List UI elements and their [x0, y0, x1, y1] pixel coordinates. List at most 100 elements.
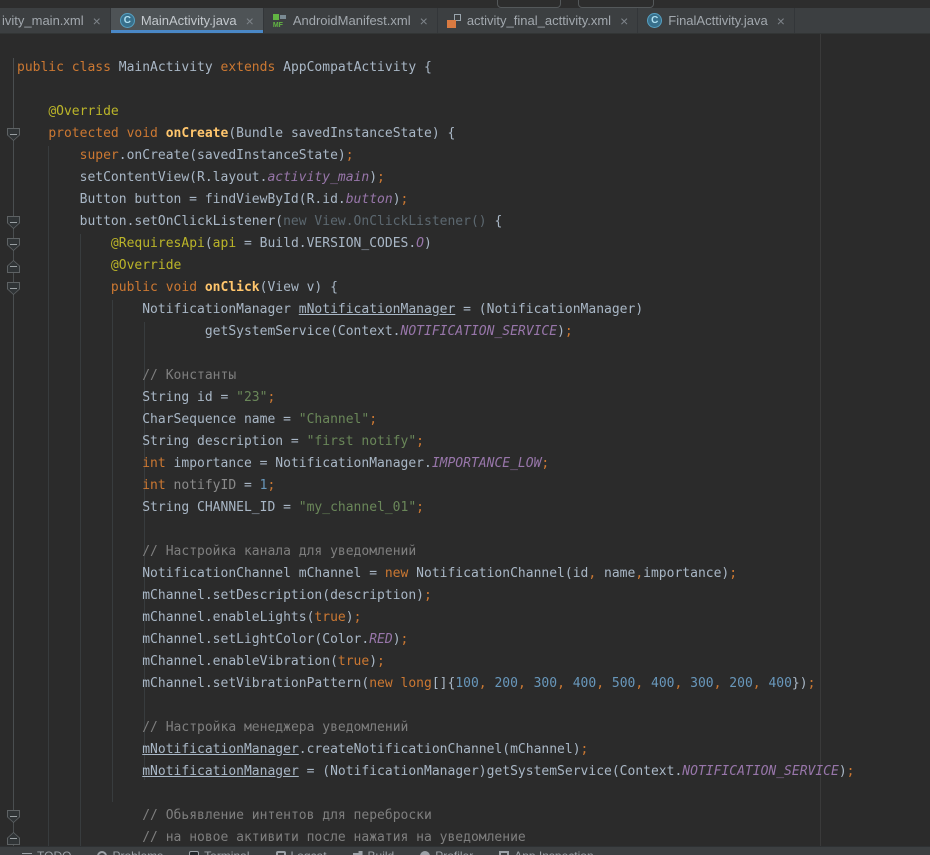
- main-toolbar-strip: [0, 0, 930, 8]
- editor-tab-bar: ivity_main.xml×CMainActivity.java×MFAndr…: [0, 8, 930, 34]
- tab-activity-final-acttivity-xml[interactable]: activity_final_acttivity.xml×: [438, 8, 638, 33]
- code-token: mNotificationManager: [142, 742, 299, 757]
- code-token: ;: [581, 742, 589, 757]
- tab-close-icon[interactable]: ×: [620, 14, 628, 28]
- code-line: int notifyID = 1;: [17, 475, 275, 497]
- code-token: 100: [455, 676, 478, 691]
- code-token: ): [839, 764, 847, 779]
- code-token: [17, 742, 142, 757]
- code-token: IMPORTANCE_LOW: [432, 456, 542, 471]
- code-token: ;: [808, 676, 816, 691]
- tab-androidmanifest-xml[interactable]: MFAndroidManifest.xml×: [264, 8, 438, 33]
- code-token: [17, 104, 48, 119]
- code-token: ,: [557, 676, 565, 691]
- code-line: public class MainActivity extends AppCom…: [17, 57, 432, 79]
- code-token: [17, 808, 142, 823]
- code-token: .onCreate(savedInstanceState): [119, 148, 346, 163]
- code-token: new View.OnClickListener(): [283, 214, 494, 229]
- code-token: button.setOnClickListener(: [17, 214, 283, 229]
- code-token: ;: [565, 324, 573, 339]
- code-token: (Bundle savedInstanceState) {: [228, 126, 455, 141]
- code-token: String id =: [17, 390, 236, 405]
- toolwindow-button-profiler[interactable]: Profiler: [420, 849, 473, 855]
- code-token: setContentView(R.layout.: [17, 170, 267, 185]
- code-token: // Обьявление интентов для переброски: [142, 808, 432, 823]
- code-line: @Override: [17, 101, 119, 123]
- tab-close-icon[interactable]: ×: [777, 14, 785, 28]
- code-token: [643, 676, 651, 691]
- toolwindow-button-terminal[interactable]: Terminal: [189, 849, 249, 855]
- run-config-button[interactable]: [497, 0, 561, 8]
- code-token: notifyID: [174, 478, 237, 493]
- device-selector-button[interactable]: [578, 0, 654, 8]
- code-token: ;: [354, 610, 362, 625]
- code-token: mChannel.setLightColor(Color.: [17, 632, 369, 647]
- code-token: [17, 456, 142, 471]
- code-token: ,: [635, 566, 643, 581]
- toolwindow-button-build[interactable]: Build: [353, 849, 395, 855]
- code-token: MainActivity: [119, 60, 221, 75]
- code-token: [17, 258, 111, 273]
- tab-mainactivity-java[interactable]: CMainActivity.java×: [111, 8, 264, 33]
- tab-close-icon[interactable]: ×: [93, 14, 101, 28]
- code-line: mNotificationManager.createNotificationC…: [17, 739, 588, 761]
- code-line: // Настройка менеджера уведомлений: [17, 717, 408, 739]
- code-line: mChannel.setVibrationPattern(new long[]{…: [17, 673, 815, 695]
- code-token: true: [338, 654, 369, 669]
- code-token: [17, 478, 142, 493]
- code-line: NotificationManager mNotificationManager…: [17, 299, 643, 321]
- toolwindow-label: Build: [368, 849, 395, 855]
- tab-label: FinalActtivity.java: [668, 13, 767, 28]
- code-token: @Override: [111, 258, 181, 273]
- code-token: ;: [377, 170, 385, 185]
- right-margin-guide: [820, 34, 821, 846]
- code-token: }): [792, 676, 808, 691]
- code-token: mNotificationManager: [299, 302, 456, 317]
- toolwindow-button-todo[interactable]: TODO: [22, 849, 71, 855]
- code-token: .createNotificationChannel(mChannel): [299, 742, 581, 757]
- tab-close-icon[interactable]: ×: [246, 14, 254, 28]
- code-token: Button button = findViewById(R.id.: [17, 192, 346, 207]
- code-token: NotificationChannel(id: [408, 566, 588, 581]
- code-token: ,: [596, 676, 604, 691]
- tab-close-icon[interactable]: ×: [420, 14, 428, 28]
- code-token: ): [424, 236, 432, 251]
- tab-label: AndroidManifest.xml: [293, 13, 411, 28]
- code-token: (View v) {: [260, 280, 338, 295]
- java-class-icon: C: [647, 13, 662, 28]
- toolwindow-button-logcat[interactable]: Logcat: [276, 849, 327, 855]
- code-token: mChannel.setVibrationPattern(: [17, 676, 369, 691]
- code-token: 500: [612, 676, 635, 691]
- code-line: mChannel.enableLights(true);: [17, 607, 361, 629]
- code-token: api: [213, 236, 236, 251]
- code-editor[interactable]: public class MainActivity extends AppCom…: [0, 34, 930, 846]
- profiler-icon: [420, 851, 430, 855]
- toolwindow-button-app-inspection[interactable]: App Inspection: [499, 849, 593, 855]
- code-token: importance): [643, 566, 729, 581]
- code-token: "my_channel_01": [299, 500, 416, 515]
- java-class-icon: C: [120, 13, 135, 28]
- code-token: String description =: [17, 434, 307, 449]
- code-line: @RequiresApi(api = Build.VERSION_CODES.O…: [17, 233, 432, 255]
- code-line: String CHANNEL_ID = "my_channel_01";: [17, 497, 424, 519]
- code-token: int: [142, 456, 165, 471]
- toolwindow-label: Problems: [112, 849, 163, 855]
- toolwindow-button-problems[interactable]: Problems: [97, 849, 163, 855]
- code-token: NOTIFICATION_SERVICE: [401, 324, 558, 339]
- code-line: mChannel.setDescription(description);: [17, 585, 432, 607]
- code-line: button.setOnClickListener(new View.OnCli…: [17, 211, 502, 233]
- toolwindow-label: Profiler: [435, 849, 473, 855]
- code-token: importance = NotificationManager.: [166, 456, 432, 471]
- code-token: ;: [729, 566, 737, 581]
- code-token: [604, 676, 612, 691]
- code-line: super.onCreate(savedInstanceState);: [17, 145, 354, 167]
- code-token: onCreate: [166, 126, 229, 141]
- code-token: new long: [369, 676, 432, 691]
- code-token: [17, 764, 142, 779]
- tab-finalacttivity-java[interactable]: C FinalActtivity.java ×: [638, 8, 795, 33]
- code-token: ,: [753, 676, 761, 691]
- code-token: ;: [416, 500, 424, 515]
- code-token: 400: [651, 676, 674, 691]
- code-token: RED: [369, 632, 392, 647]
- tab-ivity-main-xml[interactable]: ivity_main.xml×: [0, 8, 111, 33]
